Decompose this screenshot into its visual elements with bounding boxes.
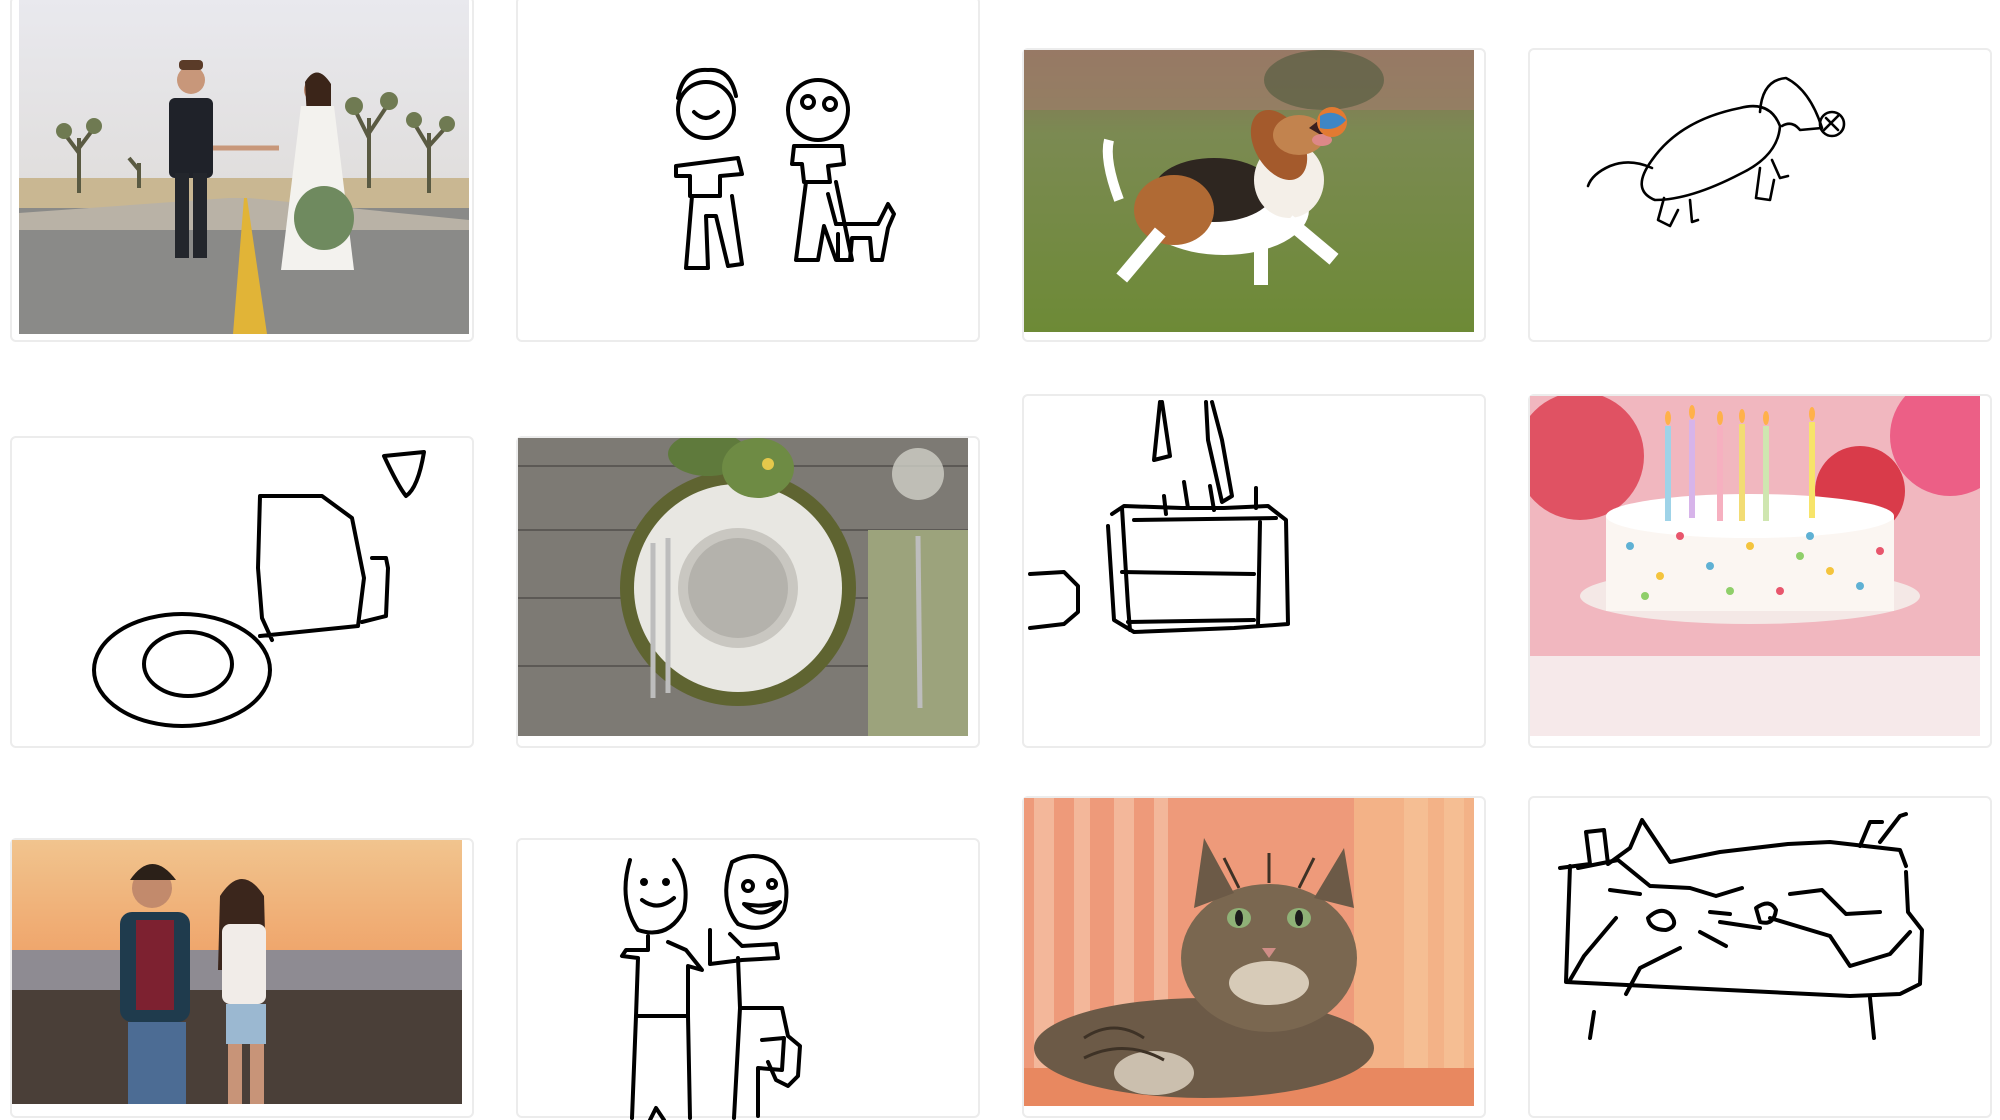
- two-smiling-figures-sketch: [620, 854, 802, 1120]
- cake-candles-sketch: [1028, 400, 1290, 634]
- dog-ball-sketch: [1586, 76, 1846, 228]
- cat-basket-sketch: [1558, 812, 1924, 1040]
- tile-sketch-two-figures[interactable]: [516, 0, 980, 342]
- tile-birthday-cake-photo[interactable]: [1528, 394, 1992, 748]
- tile-sketch-cake[interactable]: [1022, 394, 1486, 748]
- tile-sketch-cat-basket[interactable]: [1528, 796, 1992, 1118]
- tile-sketch-plate[interactable]: [10, 436, 474, 748]
- tabby-cat-photo: [1024, 798, 1474, 1106]
- tile-couple-beach-photo[interactable]: [10, 838, 474, 1118]
- tile-tabby-cat-photo[interactable]: [1022, 796, 1486, 1118]
- tile-table-setting-photo[interactable]: [516, 436, 980, 748]
- tile-beagle-photo[interactable]: [1022, 48, 1486, 342]
- image-grid-page: { "grid": { "columns": 4, "rows": 3, "ti…: [0, 0, 2000, 1120]
- birthday-cake-photo: [1530, 396, 1980, 736]
- wedding-couple-photo: [19, 0, 469, 334]
- tile-wedding-photo[interactable]: [10, 0, 474, 342]
- table-setting-photo: [518, 438, 968, 736]
- couple-beach-photo: [12, 840, 462, 1104]
- two-figures-dog-sketch: [674, 67, 896, 270]
- tile-sketch-smiling-figures[interactable]: [516, 838, 980, 1120]
- beagle-photo: [1024, 50, 1474, 332]
- plate-fork-glass-sketch: [92, 450, 426, 728]
- tile-sketch-dog[interactable]: [1528, 48, 1992, 342]
